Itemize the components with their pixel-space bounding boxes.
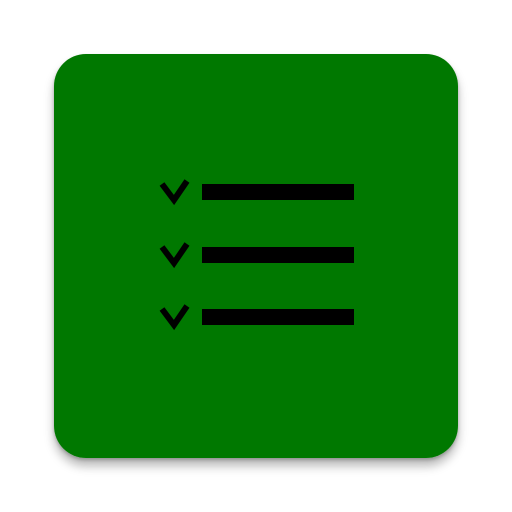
checkmark-icon — [159, 304, 190, 331]
checklist-app-icon[interactable] — [54, 54, 458, 458]
list-line — [202, 309, 354, 325]
list-line — [202, 247, 354, 263]
list-line — [202, 184, 354, 200]
checklist-row-2 — [159, 242, 354, 269]
checklist-row-3 — [159, 304, 354, 331]
screen — [0, 0, 512, 512]
checkmark-icon — [159, 242, 190, 269]
checklist-row-1 — [159, 179, 354, 206]
checkmark-icon — [159, 179, 190, 206]
checklist-icon — [159, 179, 354, 331]
